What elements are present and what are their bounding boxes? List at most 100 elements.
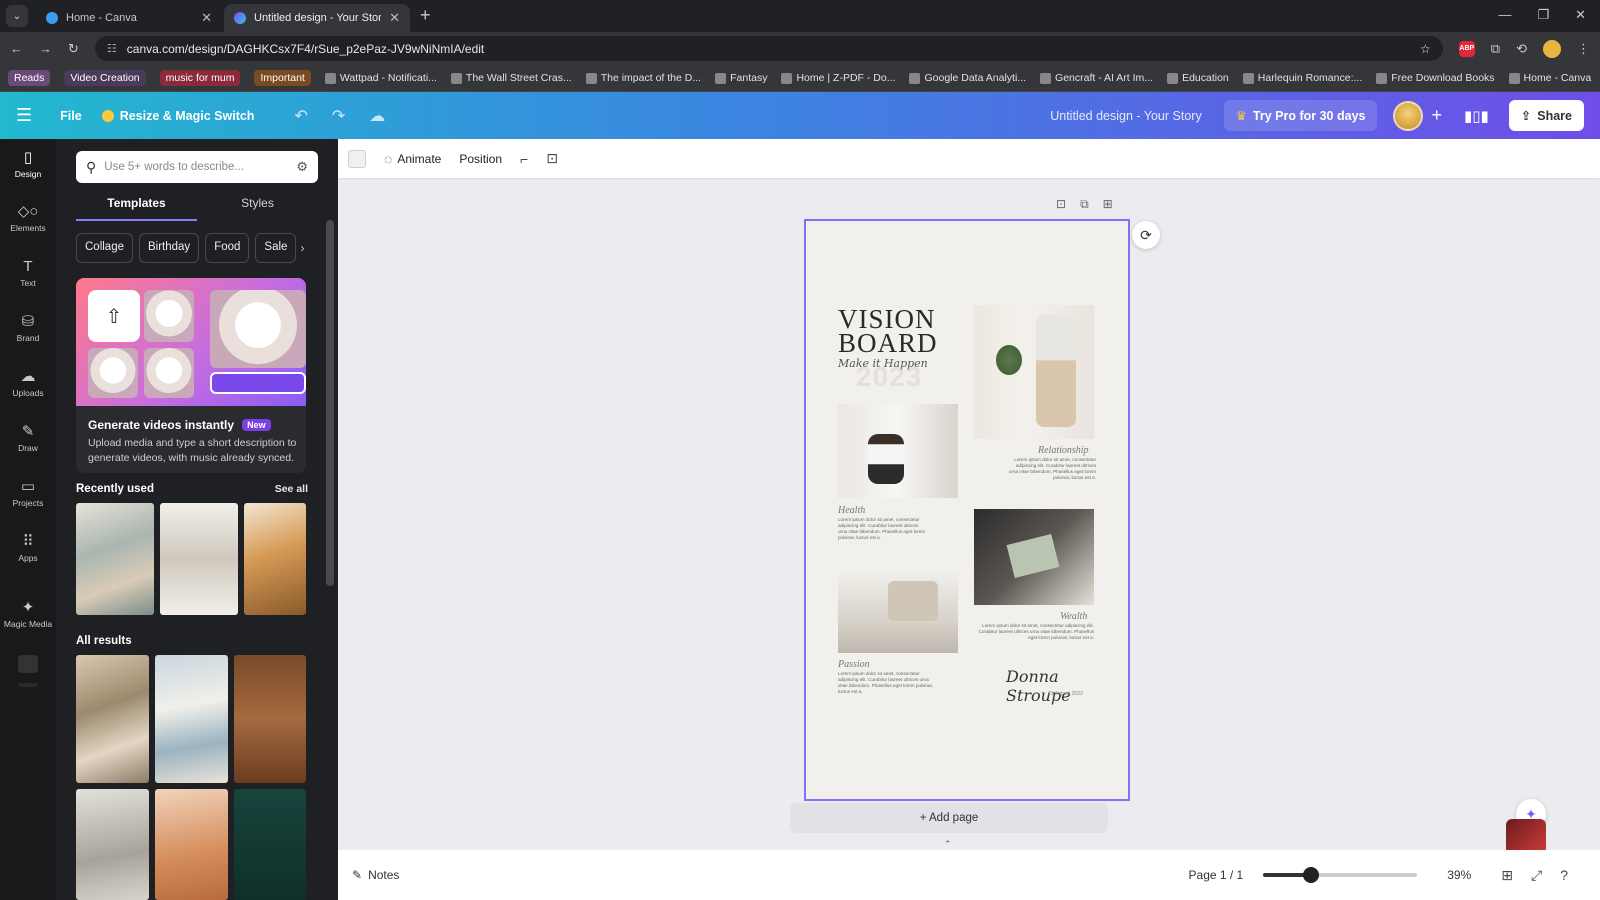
notes-button[interactable]: ✎ Notes: [352, 868, 399, 882]
recent-template-thumbnail[interactable]: [244, 503, 306, 615]
bookmark-link[interactable]: Harlequin Romance:...: [1242, 72, 1362, 84]
vision-board-title[interactable]: VISION BOARD: [838, 306, 938, 357]
fullscreen-icon[interactable]: ⤢: [1531, 867, 1542, 884]
rail-item-text[interactable]: T Text: [0, 248, 56, 298]
chevron-up-icon[interactable]: ⌃: [944, 839, 952, 850]
menu-kebab-icon[interactable]: ⋮: [1577, 41, 1590, 57]
file-menu-button[interactable]: File: [60, 109, 82, 123]
zoom-level[interactable]: 39%: [1447, 868, 1471, 882]
chip-birthday[interactable]: Birthday: [139, 233, 200, 263]
rail-item-brand[interactable]: ⛁ Brand: [0, 303, 56, 353]
script-subtitle[interactable]: Make it Happen: [838, 357, 928, 370]
chip-collage[interactable]: Collage: [76, 233, 133, 263]
background-color-swatch[interactable]: [348, 149, 366, 168]
add-page-button[interactable]: + Add page: [790, 803, 1108, 833]
panel-scrollbar[interactable]: [326, 220, 334, 586]
caption-health[interactable]: Health: [838, 505, 865, 516]
help-icon[interactable]: ?: [1560, 867, 1568, 883]
invite-plus-button[interactable]: +: [1431, 105, 1442, 126]
close-tab-icon[interactable]: ✕: [201, 10, 212, 26]
rail-item-elements[interactable]: ◇○ Elements: [0, 193, 56, 243]
template-thumbnail[interactable]: [155, 655, 228, 783]
duplicate-page-icon[interactable]: ⧉: [1080, 197, 1089, 212]
url-field[interactable]: ☷ canva.com/design/DAGHKCsx7F4/rSue_p2eP…: [94, 36, 1443, 61]
site-info-icon[interactable]: ☷: [107, 42, 117, 55]
rail-extra-icon[interactable]: [18, 655, 38, 673]
user-avatar[interactable]: [1393, 100, 1424, 131]
recent-template-thumbnail[interactable]: [160, 503, 238, 615]
resize-magic-switch-button[interactable]: Resize & Magic Switch: [101, 109, 254, 123]
new-tab-button[interactable]: +: [420, 5, 431, 26]
filter-sliders-icon[interactable]: ⚙: [296, 159, 308, 175]
bookmark-link[interactable]: The impact of the D...: [585, 72, 701, 84]
template-thumbnail[interactable]: [155, 789, 228, 900]
passion-photo[interactable]: [838, 571, 958, 653]
bookmark-link[interactable]: Home - Canva: [1508, 72, 1591, 84]
lorem-text[interactable]: Lorem ipsum dolor sit amet, consectetur …: [974, 623, 1094, 641]
rail-item-draw[interactable]: ✎ Draw: [0, 413, 56, 463]
lorem-text[interactable]: Lorem ipsum dolor sit amet, consectetur …: [838, 671, 938, 695]
health-photo[interactable]: [838, 404, 958, 498]
bookmark-folder[interactable]: Important: [254, 70, 311, 86]
share-button[interactable]: ⇪ Share: [1508, 100, 1584, 131]
rail-item-apps[interactable]: ⠿ Apps: [0, 523, 56, 573]
tab-styles[interactable]: Styles: [197, 191, 318, 221]
lock-page-icon[interactable]: ⊡: [1056, 197, 1066, 212]
bookmark-link[interactable]: Google Data Analyti...: [909, 72, 1026, 84]
caption-passion[interactable]: Passion: [838, 659, 870, 670]
hamburger-menu-icon[interactable]: ☰: [16, 105, 32, 126]
add-page-icon[interactable]: ⊞: [1103, 197, 1113, 212]
browser-tab-home[interactable]: Home - Canva ✕: [36, 4, 222, 32]
recent-template-thumbnail[interactable]: [76, 503, 154, 615]
insights-chart-icon[interactable]: ▮▯▮: [1464, 107, 1489, 125]
bookmark-link[interactable]: Education: [1167, 72, 1229, 84]
tab-search-icon[interactable]: ⌄: [6, 5, 28, 27]
design-page[interactable]: VISION BOARD 2023 Make it Happen Relatio…: [804, 219, 1130, 801]
see-all-link[interactable]: See all: [275, 483, 308, 495]
lorem-text[interactable]: Lorem ipsum dolor sit amet, consectetur …: [838, 517, 928, 541]
bookmark-link[interactable]: Gencraft - AI Art Im...: [1040, 72, 1153, 84]
lorem-text[interactable]: Lorem ipsum dolor sit amet, consectetur …: [1006, 457, 1096, 481]
forward-icon[interactable]: →: [39, 41, 52, 56]
template-thumbnail[interactable]: [234, 789, 306, 900]
bookmark-folder[interactable]: Reads: [8, 70, 51, 86]
lock-icon[interactable]: ⊡: [546, 150, 558, 167]
signature-text[interactable]: Donna Stroupe: [1006, 667, 1128, 705]
template-thumbnail[interactable]: [76, 655, 149, 783]
undo-icon[interactable]: ↶: [294, 106, 307, 126]
reload-icon[interactable]: ↻: [68, 41, 79, 57]
template-thumbnail[interactable]: [234, 655, 306, 783]
bookmark-link[interactable]: Fantasy: [715, 72, 767, 84]
paint-format-icon[interactable]: ⌐: [520, 151, 528, 167]
rail-item-design[interactable]: ▯ Design: [0, 139, 56, 189]
browser-tab-design[interactable]: Untitled design - Your Story ✕: [224, 4, 410, 32]
restore-icon[interactable]: ❐: [1537, 7, 1549, 23]
chip-food[interactable]: Food: [205, 233, 250, 263]
zoom-slider-handle[interactable]: [1303, 867, 1320, 883]
close-tab-icon[interactable]: ✕: [389, 10, 400, 26]
minimize-icon[interactable]: —: [1498, 7, 1511, 23]
bookmark-link[interactable]: Wattpad - Notificati...: [324, 72, 437, 84]
chip-sale[interactable]: Sale: [255, 233, 297, 263]
cloud-save-icon[interactable]: ☁: [369, 106, 385, 126]
design-title[interactable]: Untitled design - Your Story: [1050, 109, 1201, 123]
grid-view-icon[interactable]: ⊞: [1501, 867, 1513, 884]
template-search-input[interactable]: ⚲ Use 5+ words to describe... ⚙: [76, 151, 318, 183]
animate-button[interactable]: ◌ Animate: [384, 151, 441, 167]
bookmark-folder[interactable]: music for mum: [159, 70, 241, 86]
template-thumbnail[interactable]: [76, 789, 149, 900]
bookmark-folder[interactable]: Video Creation: [64, 70, 146, 86]
caption-relationship[interactable]: Relationship: [1038, 445, 1089, 456]
chevron-right-icon[interactable]: ›: [300, 233, 304, 263]
history-icon[interactable]: ⟲: [1516, 41, 1527, 57]
generate-videos-promo[interactable]: ⇧ Generate videos instantly New Upload m…: [76, 278, 306, 473]
caption-wealth[interactable]: Wealth: [1060, 611, 1087, 622]
zoom-slider[interactable]: [1263, 867, 1418, 883]
adblock-icon[interactable]: ABP: [1458, 40, 1475, 57]
back-icon[interactable]: ←: [10, 41, 23, 56]
try-pro-button[interactable]: ♛ Try Pro for 30 days: [1223, 100, 1378, 131]
page-indicator[interactable]: Page 1 / 1: [1189, 868, 1244, 882]
signature-date[interactable]: 23 August 2023: [1048, 691, 1083, 697]
rail-item-projects[interactable]: ▭ Projects: [0, 468, 56, 518]
close-window-icon[interactable]: ✕: [1575, 7, 1586, 23]
